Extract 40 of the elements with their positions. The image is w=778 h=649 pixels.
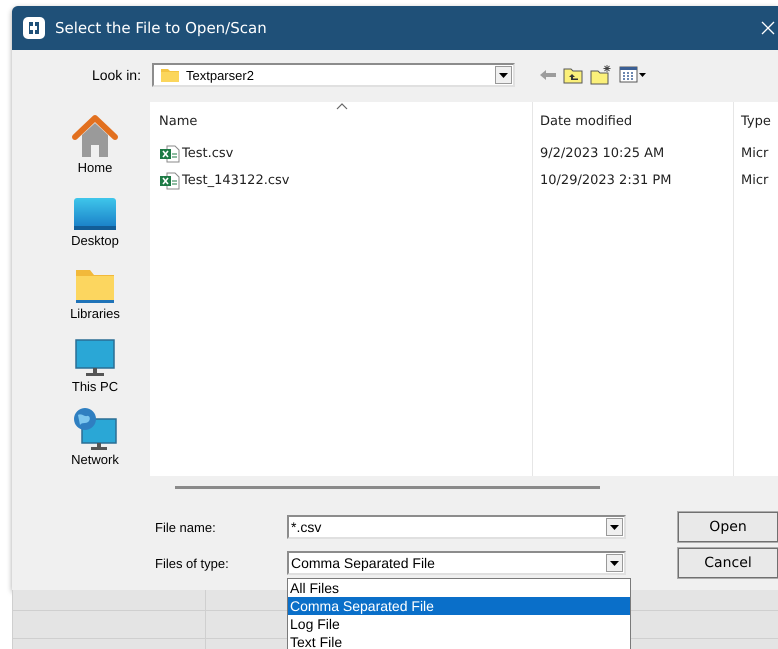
table-cell-text: Micr	[740, 146, 768, 161]
file-type-option[interactable]: Comma Separated File	[288, 597, 630, 615]
look-in-label: Look in:	[90, 67, 142, 83]
places-item[interactable]: Network	[40, 394, 150, 467]
places-item[interactable]: Home	[40, 102, 150, 175]
column-header[interactable]: Date modified	[532, 114, 733, 134]
column-header[interactable]: Name	[150, 114, 532, 134]
new-folder-icon[interactable]	[590, 65, 612, 85]
folder-icon	[160, 67, 180, 83]
file-type-label: Files of type:	[155, 556, 230, 570]
file-name-label: File name:	[155, 520, 217, 534]
places-item[interactable]: Libraries	[40, 248, 150, 321]
sort-caret-icon	[336, 102, 348, 110]
cancel-button[interactable]: Cancel	[678, 548, 778, 578]
view-menu-icon[interactable]	[619, 66, 647, 84]
dropdown-arrow-icon	[610, 524, 619, 530]
network-icon	[72, 407, 118, 451]
table-cell-text: 10/29/2023 2:31 PM	[539, 173, 672, 188]
folder-up-icon[interactable]	[563, 66, 583, 84]
close-icon[interactable]	[761, 21, 775, 35]
table-cell-text: 9/2/2023 10:25 AM	[539, 146, 666, 161]
places-item[interactable]: This PC	[40, 321, 150, 394]
file-type-dropdown[interactable]: Comma Separated File	[287, 551, 626, 575]
horizontal-scrollbar[interactable]	[175, 486, 600, 489]
file-name-field[interactable]: *.csv	[287, 515, 626, 539]
spreadsheet-file-icon	[160, 172, 180, 190]
dropdown-arrow-icon	[610, 560, 619, 566]
house-icon	[72, 115, 118, 159]
window-title: Select the File to Open/Scan	[55, 19, 268, 37]
file-name-text[interactable]: Test.csv	[182, 146, 234, 161]
open-button[interactable]: Open	[678, 512, 778, 542]
column-header[interactable]: Type	[733, 114, 771, 134]
spreadsheet-file-icon	[160, 144, 180, 162]
file-name-text[interactable]: Test_143122.csv	[182, 173, 290, 188]
dropdown-arrow-icon	[499, 72, 508, 78]
desktop-icon	[72, 196, 118, 232]
app-icon	[22, 16, 46, 40]
look-in-dropdown[interactable]: Textparser2	[152, 63, 515, 87]
places-item[interactable]: Desktop	[40, 175, 150, 248]
table-cell-text: Micr	[740, 173, 768, 188]
